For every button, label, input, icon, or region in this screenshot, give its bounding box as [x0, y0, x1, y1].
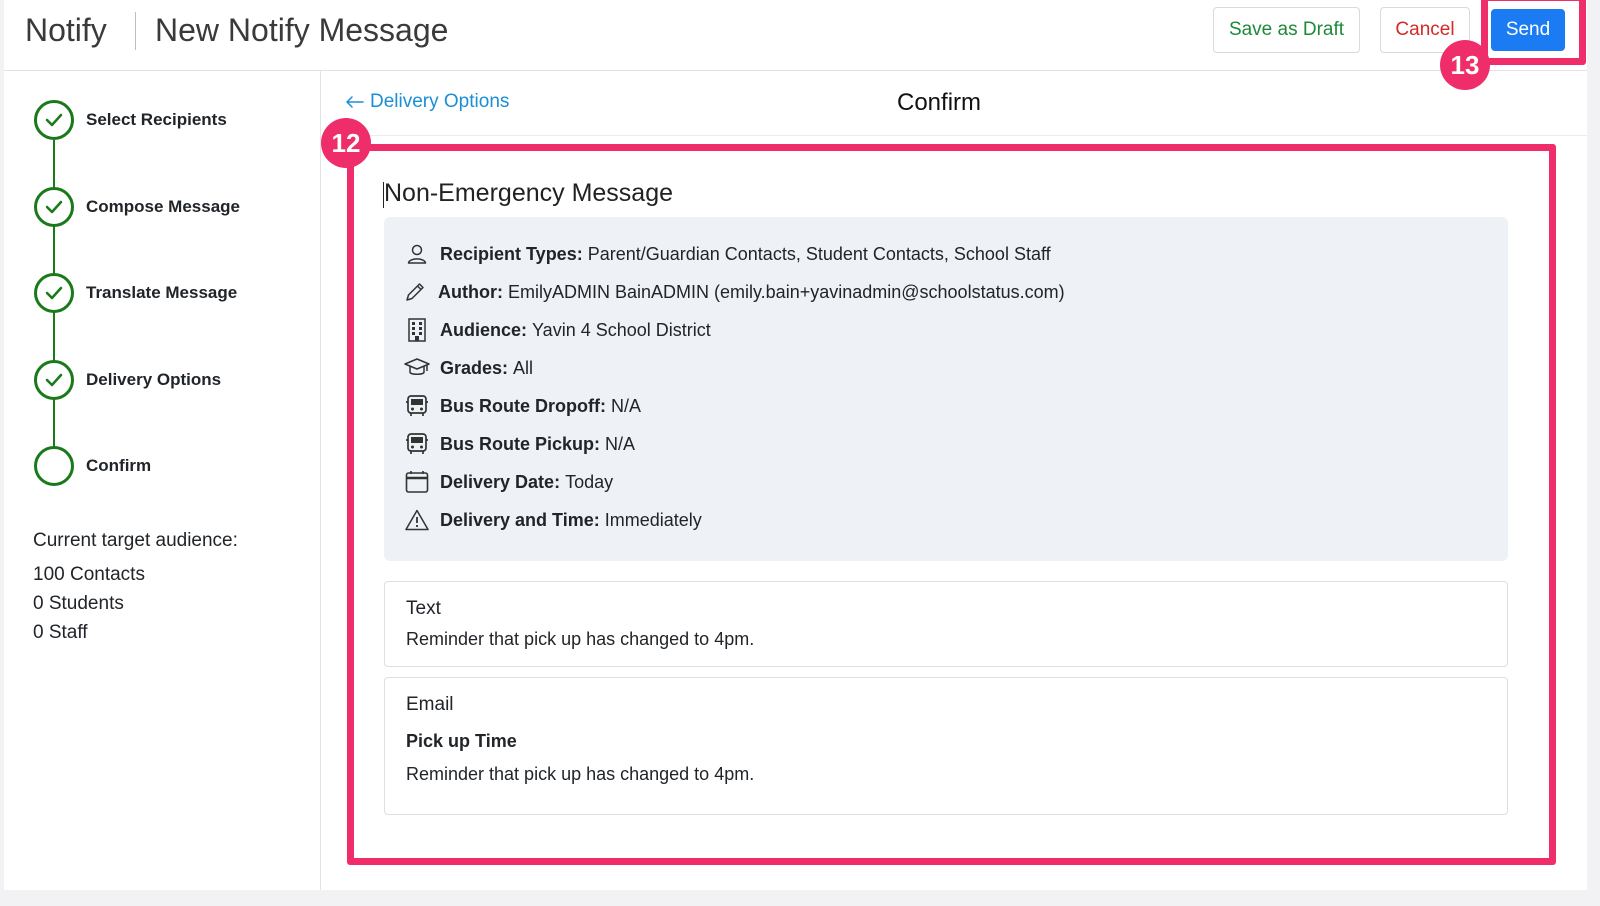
empty-step-circle-icon	[34, 446, 74, 486]
page-title: New Notify Message	[155, 12, 449, 48]
stepper-sidebar: Select Recipients Compose Message Transl…	[4, 71, 321, 890]
check-icon	[34, 187, 74, 227]
step-label: Compose Message	[86, 197, 240, 216]
header-divider	[135, 12, 136, 50]
app-brand: Notify	[25, 12, 107, 48]
step-label: Confirm	[86, 456, 152, 475]
step-label: Delivery Options	[86, 370, 222, 389]
step-badge-13: 13	[1440, 40, 1490, 90]
audience-staff: 0 Staff	[33, 622, 88, 643]
step-confirm[interactable]: Confirm	[34, 446, 151, 486]
send-highlight-box	[1481, 0, 1586, 65]
content-highlight-box	[347, 144, 1556, 865]
back-link-label: Delivery Options	[370, 91, 510, 112]
audience-students: 0 Students	[33, 593, 124, 614]
top-header: Notify New Notify Message Save as Draft …	[4, 0, 1587, 71]
arrow-left-icon	[346, 96, 364, 108]
target-audience-title: Current target audience:	[33, 530, 238, 551]
check-icon	[34, 273, 74, 313]
step-badge-12: 12	[321, 118, 371, 168]
main-divider	[322, 135, 1587, 136]
step-compose-message[interactable]: Compose Message	[34, 187, 240, 227]
audience-contacts: 100 Contacts	[33, 564, 145, 585]
step-label: Select Recipients	[86, 110, 227, 129]
step-select-recipients[interactable]: Select Recipients	[34, 100, 227, 140]
step-translate-message[interactable]: Translate Message	[34, 273, 237, 313]
save-as-draft-button[interactable]: Save as Draft	[1213, 7, 1360, 53]
back-to-delivery-options-link[interactable]: Delivery Options	[346, 91, 509, 113]
check-icon	[34, 100, 74, 140]
step-label: Translate Message	[86, 283, 238, 302]
confirm-heading: Confirm	[897, 89, 982, 116]
step-delivery-options[interactable]: Delivery Options	[34, 360, 221, 400]
check-icon	[34, 360, 74, 400]
